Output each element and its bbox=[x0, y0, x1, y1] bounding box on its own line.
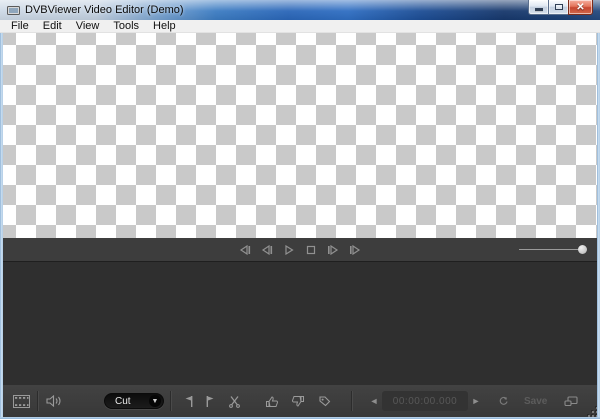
play-button[interactable] bbox=[280, 241, 298, 258]
menu-view[interactable]: View bbox=[69, 20, 107, 33]
save-button[interactable]: Save bbox=[524, 396, 547, 407]
maximize-button[interactable] bbox=[548, 0, 568, 15]
step-forward-icon bbox=[327, 245, 339, 255]
play-icon bbox=[284, 245, 294, 255]
display-mode-button[interactable] bbox=[559, 390, 583, 412]
toolbar-separator bbox=[37, 391, 38, 411]
flag-left-icon bbox=[183, 395, 194, 408]
step-forward-button[interactable] bbox=[324, 241, 342, 258]
menu-bar: File Edit View Tools Help bbox=[0, 20, 600, 33]
app-icon bbox=[7, 5, 20, 16]
prev-arrow-icon: ◄ bbox=[370, 396, 379, 406]
thumbs-down-icon bbox=[291, 395, 305, 408]
set-start-marker-button[interactable] bbox=[177, 390, 199, 412]
close-icon: ✕ bbox=[576, 1, 584, 14]
refresh-icon bbox=[498, 396, 509, 407]
step-back-button[interactable] bbox=[258, 241, 276, 258]
thumbs-up-icon bbox=[265, 395, 279, 408]
title-bar[interactable]: DVBViewer Video Editor (Demo) ✕ bbox=[0, 0, 600, 20]
refresh-button[interactable] bbox=[492, 390, 514, 412]
jump-start-icon bbox=[239, 245, 251, 255]
minimize-button[interactable] bbox=[528, 0, 548, 15]
menu-tools[interactable]: Tools bbox=[106, 20, 146, 33]
chevron-down-icon: ▼ bbox=[152, 398, 159, 405]
time-display-field[interactable]: 00:00:00.000 bbox=[382, 391, 468, 411]
keep-segment-button[interactable] bbox=[259, 390, 285, 412]
next-arrow-icon: ► bbox=[472, 396, 481, 406]
maximize-icon bbox=[555, 4, 563, 10]
time-step-forward-button[interactable]: ► bbox=[468, 392, 484, 410]
filmstrip-button[interactable] bbox=[11, 390, 31, 412]
discard-segment-button[interactable] bbox=[285, 390, 311, 412]
menu-help[interactable]: Help bbox=[146, 20, 183, 33]
cut-scissors-button[interactable] bbox=[221, 390, 247, 412]
jump-end-icon bbox=[349, 245, 361, 255]
flag-right-icon bbox=[205, 395, 216, 408]
zoom-slider-track bbox=[519, 249, 581, 250]
stop-button[interactable] bbox=[302, 241, 320, 258]
timeline-area[interactable] bbox=[3, 261, 597, 385]
tag-button[interactable] bbox=[311, 390, 337, 412]
speaker-icon bbox=[46, 395, 62, 407]
filmstrip-icon bbox=[13, 395, 30, 408]
cut-mode-value: Cut bbox=[115, 396, 131, 407]
window-controls: ✕ bbox=[528, 0, 593, 15]
bottom-toolbar: Cut ▼ bbox=[3, 385, 597, 417]
jump-end-button[interactable] bbox=[346, 241, 364, 258]
zoom-slider-knob[interactable] bbox=[578, 245, 587, 254]
time-step-back-button[interactable]: ◄ bbox=[366, 392, 382, 410]
jump-start-button[interactable] bbox=[236, 241, 254, 258]
tag-icon bbox=[318, 395, 331, 408]
cut-mode-dropdown[interactable]: Cut ▼ bbox=[104, 393, 164, 409]
app-window: DVBViewer Video Editor (Demo) ✕ File Edi… bbox=[0, 0, 600, 419]
transport-bar bbox=[3, 238, 597, 261]
time-display-value: 00:00:00.000 bbox=[393, 396, 457, 407]
video-preview-checkerboard[interactable] bbox=[3, 33, 597, 238]
close-button[interactable]: ✕ bbox=[568, 0, 593, 15]
zoom-slider[interactable] bbox=[519, 238, 587, 261]
window-title: DVBViewer Video Editor (Demo) bbox=[25, 0, 184, 20]
display-windows-icon bbox=[564, 396, 578, 407]
step-back-icon bbox=[261, 245, 273, 255]
menu-file[interactable]: File bbox=[4, 20, 36, 33]
set-end-marker-button[interactable] bbox=[199, 390, 221, 412]
audio-button[interactable] bbox=[44, 390, 64, 412]
dropdown-arrow-circle: ▼ bbox=[149, 395, 161, 407]
minimize-icon bbox=[535, 8, 543, 12]
toolbar-separator bbox=[170, 391, 171, 411]
window-border-left bbox=[0, 33, 3, 417]
toolbar-separator bbox=[351, 391, 352, 411]
scissors-icon bbox=[228, 395, 241, 408]
stop-icon bbox=[306, 245, 316, 255]
menu-edit[interactable]: Edit bbox=[36, 20, 69, 33]
